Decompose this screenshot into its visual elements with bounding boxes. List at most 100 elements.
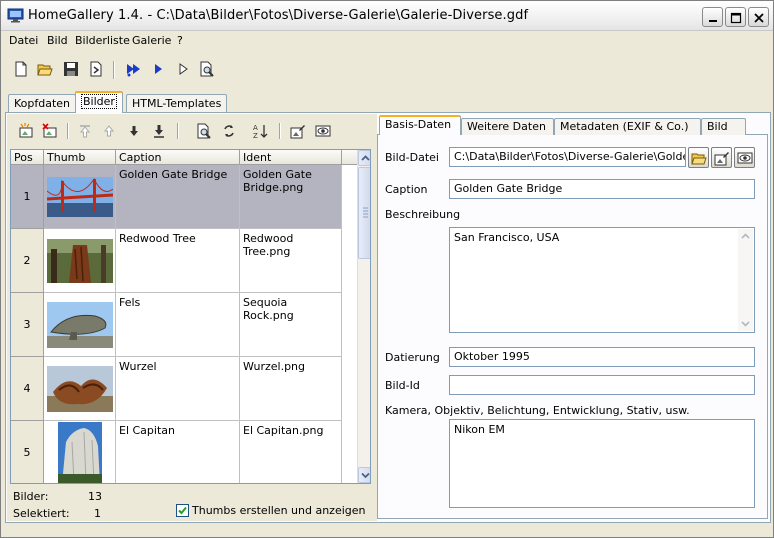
maximize-button[interactable] [725, 7, 746, 27]
table-row[interactable]: 2 Redwood Tree Redwood Tree.png [11, 229, 342, 293]
image-count-value: 13 [88, 490, 102, 503]
move-up-button[interactable] [99, 121, 119, 141]
row-pos: 1 [11, 165, 44, 229]
view-image-button[interactable] [313, 121, 333, 141]
chevron-down-icon [361, 472, 370, 479]
new-file-icon [15, 61, 27, 77]
thumbnail-image [47, 239, 113, 283]
add-image-icon [19, 123, 33, 138]
bild-id-label: Bild-Id [385, 379, 420, 392]
preview-icon [200, 61, 214, 77]
column-header-thumb[interactable]: Thumb [44, 150, 116, 165]
move-down-icon [130, 126, 138, 136]
toolbar-separator [279, 123, 281, 139]
eye-icon [737, 152, 753, 164]
column-header-pos[interactable]: Pos [11, 150, 44, 165]
grid-header: Pos Thumb Caption Ident [11, 150, 357, 165]
main-toolbar [1, 55, 773, 83]
move-down-button[interactable] [124, 121, 144, 141]
edit-file-button[interactable] [711, 147, 732, 168]
tab-weitere-daten[interactable]: Weitere Daten [461, 118, 554, 135]
row-caption: El Capitan [116, 421, 240, 483]
run-all-button[interactable] [123, 59, 143, 79]
menu-galerie[interactable]: Galerie [132, 34, 171, 47]
grid-vertical-scrollbar[interactable] [357, 150, 370, 483]
save-button[interactable] [61, 59, 81, 79]
minimize-button[interactable] [702, 7, 723, 27]
tab-html-templates[interactable]: HTML-Templates [126, 94, 228, 112]
move-top-button[interactable] [75, 121, 95, 141]
image-grid[interactable]: Pos Thumb Caption Ident 1 Golden Gate Br… [10, 149, 371, 484]
thumbnail-image [58, 422, 102, 483]
refresh-icon [224, 125, 234, 137]
menu-datei[interactable]: Datei [9, 34, 38, 47]
edit-image-button[interactable] [288, 121, 308, 141]
row-pos: 5 [11, 421, 44, 483]
app-icon [7, 8, 24, 23]
kamera-field[interactable]: Nikon EM [449, 419, 755, 508]
tab-weitere-daten-label: Weitere Daten [467, 120, 546, 133]
table-row[interactable]: 1 Golden Gate Bridge Golden Gate Bridge.… [11, 165, 342, 229]
thumbs-checkbox-label[interactable]: Thumbs erstellen und anzeigen [192, 504, 366, 517]
table-row[interactable]: 4 Wurzel Wurzel.png [11, 357, 342, 421]
tab-bilder-label: Bilder [81, 94, 117, 109]
browse-file-button[interactable] [688, 147, 709, 168]
row-caption: Fels [116, 293, 240, 357]
open-button[interactable] [35, 59, 55, 79]
column-header-ident[interactable]: Ident [240, 150, 342, 165]
row-pos: 4 [11, 357, 44, 421]
row-caption: Golden Gate Bridge [116, 165, 240, 229]
tab-html-templates-label: HTML-Templates [132, 97, 222, 110]
caption-field[interactable]: Golden Gate Bridge [449, 179, 755, 199]
play-step-button[interactable] [173, 59, 193, 79]
row-thumb [44, 421, 116, 483]
export-button[interactable] [86, 59, 106, 79]
play-button[interactable] [148, 59, 168, 79]
tab-metadaten[interactable]: Metadaten (EXIF & Co.) [554, 118, 701, 135]
menu-help[interactable]: ? [177, 34, 183, 47]
tab-bild[interactable]: Bild [701, 118, 746, 135]
svg-text:Z: Z [253, 132, 258, 139]
menu-bild[interactable]: Bild [47, 34, 68, 47]
refresh-button[interactable] [219, 121, 239, 141]
play-outline-icon [179, 63, 188, 75]
tab-kopfdaten[interactable]: Kopfdaten [8, 94, 77, 112]
scroll-down-button[interactable] [358, 467, 370, 483]
datierung-field[interactable]: Oktober 1995 [449, 347, 755, 367]
bild-datei-field[interactable]: C:\Data\Bilder\Fotos\Diverse-Galerie\Gol… [449, 147, 686, 167]
row-caption: Redwood Tree [116, 229, 240, 293]
thumbnail-image [47, 302, 113, 348]
chevron-down-icon [741, 321, 750, 327]
view-file-button[interactable] [734, 147, 755, 168]
menu-bilderliste[interactable]: Bilderliste [75, 34, 130, 47]
column-header-filler [342, 150, 357, 165]
beschreibung-label: Beschreibung [385, 208, 461, 221]
beschreibung-scrollbar[interactable] [738, 229, 753, 331]
bild-id-field[interactable] [449, 375, 755, 395]
column-header-caption[interactable]: Caption [116, 150, 240, 165]
move-up-icon [103, 125, 115, 137]
table-row[interactable]: 3 Fels Sequoia Rock.png [11, 293, 342, 357]
scroll-thumb[interactable] [358, 167, 370, 259]
row-ident: Redwood Tree.png [240, 229, 342, 293]
new-button[interactable] [11, 59, 31, 79]
edit-image-icon [714, 152, 729, 166]
close-button[interactable] [748, 7, 769, 27]
table-row[interactable]: 5 El Capitan El Capitan.png [11, 421, 342, 483]
datierung-label: Datierung [385, 351, 440, 364]
row-pos: 2 [11, 229, 44, 293]
move-bottom-button[interactable] [149, 121, 169, 141]
tab-bilder[interactable]: Bilder [75, 91, 123, 113]
delete-image-button[interactable] [40, 121, 60, 141]
kamera-label: Kamera, Objektiv, Belichtung, Entwicklun… [385, 404, 690, 417]
grip-icon [363, 207, 368, 218]
add-image-button[interactable] [16, 121, 36, 141]
beschreibung-field[interactable]: San Francisco, USA [449, 227, 755, 333]
scroll-up-button[interactable] [358, 150, 370, 166]
sort-button[interactable]: AZ [250, 121, 270, 141]
thumbs-checkbox[interactable] [176, 504, 189, 517]
tab-basis-daten[interactable]: Basis-Daten [379, 115, 461, 135]
preview-image-button[interactable] [194, 121, 214, 141]
title-bar[interactable]: HomeGallery 1.4. - C:\Data\Bilder\Fotos\… [1, 1, 773, 31]
preview-button[interactable] [197, 59, 217, 79]
